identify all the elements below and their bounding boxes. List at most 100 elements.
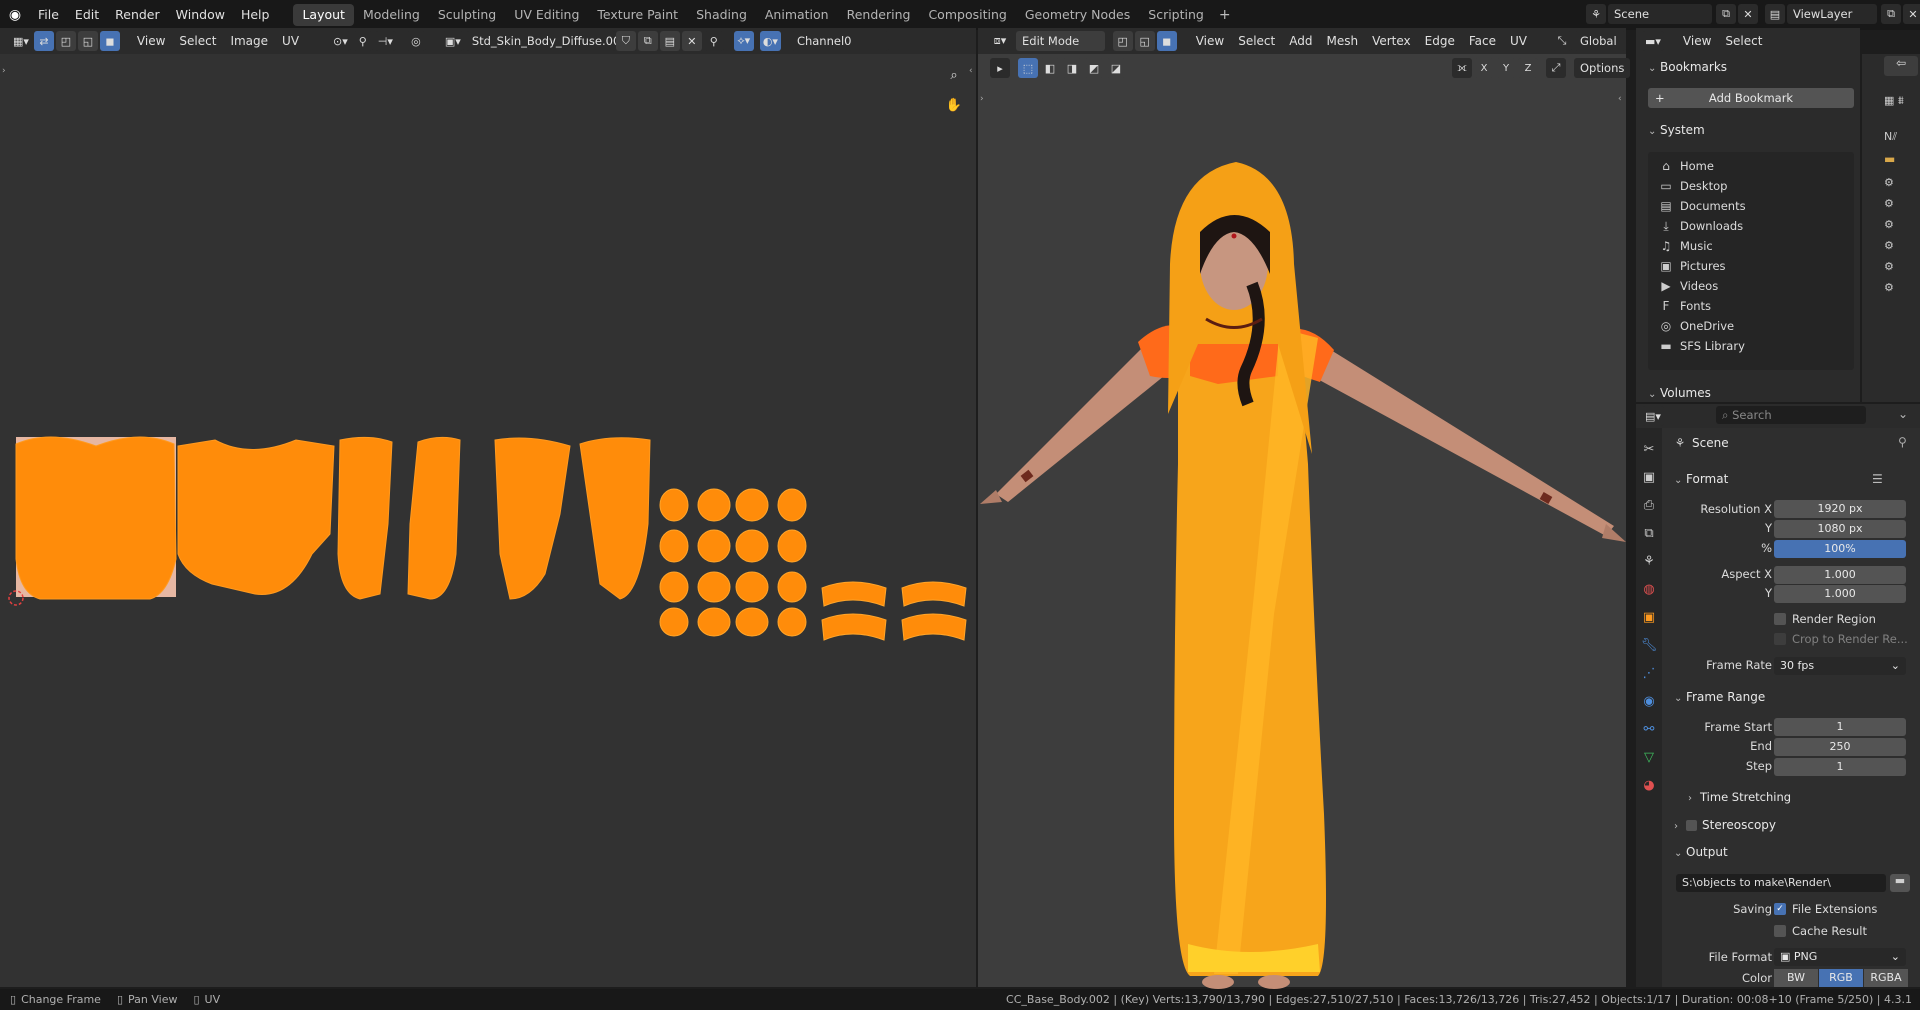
file-browser-editor-type-icon[interactable]: ▬▾ [1642, 31, 1664, 51]
editor-type-icon[interactable]: ▦▾ [10, 31, 32, 51]
bookmarks-section[interactable]: ⌄ Bookmarks [1648, 60, 1727, 74]
view-layer-selector[interactable]: ViewLayer [1787, 4, 1877, 24]
frame-rate-dropdown[interactable]: 30 fps ⌄ [1774, 657, 1906, 675]
aspect-x-field[interactable]: 1.000 [1774, 566, 1906, 584]
frame-step-field[interactable]: 1 [1774, 758, 1906, 776]
view-layer-icon[interactable]: ▤ [1765, 4, 1785, 24]
scene-selector[interactable]: Scene [1608, 4, 1712, 24]
material-tab-icon[interactable]: ◕ [1638, 774, 1660, 796]
auto-merge-icon[interactable]: ⤢ [1546, 58, 1566, 78]
menu-help[interactable]: Help [233, 4, 278, 26]
system-item-fonts[interactable]: F Fonts [1648, 296, 1854, 316]
scene-tab-icon[interactable]: ⚘ [1638, 550, 1660, 572]
edge-select-icon[interactable]: ◱ [77, 31, 98, 51]
aspect-y-field[interactable]: 1.000 [1774, 585, 1906, 603]
tab-sculpting[interactable]: Sculpting [429, 4, 505, 26]
system-item-desktop[interactable]: ▭ Desktop [1648, 176, 1854, 196]
add-workspace-button[interactable]: + [1213, 7, 1237, 23]
format-presets-icon[interactable]: ☰ [1872, 472, 1883, 486]
viewport-menu-vertex[interactable]: Vertex [1365, 34, 1418, 48]
unlink-image-icon[interactable]: ✕ [681, 31, 702, 51]
orientation-icon[interactable]: ⤡ [1551, 31, 1572, 51]
mirror-axis-z[interactable]: Z [1518, 58, 1538, 78]
uv-menu-select[interactable]: Select [172, 34, 223, 48]
options-dropdown[interactable]: Options [1574, 58, 1631, 78]
mirror-axis-y[interactable]: Y [1496, 58, 1516, 78]
system-item-documents[interactable]: ▤ Documents [1648, 196, 1854, 216]
viewport-sidebar-toggle-icon[interactable]: ‹ [1618, 94, 1622, 104]
uv-display-icon[interactable]: ⟡▾ [733, 31, 754, 51]
volumes-section[interactable]: ⌄ Volumes [1648, 386, 1711, 400]
data-tab-icon[interactable]: ▽ [1638, 746, 1660, 768]
viewport-menu-add[interactable]: Add [1282, 34, 1319, 48]
viewport-menu-select[interactable]: Select [1231, 34, 1282, 48]
delete-view-layer-icon[interactable]: ✕ [1903, 4, 1920, 24]
file-format-dropdown[interactable]: ▣ PNG ⌄ [1774, 948, 1906, 966]
format-panel-header[interactable]: ⌄ Format [1674, 472, 1728, 486]
face-select-icon[interactable]: ◼ [99, 31, 120, 51]
viewport-menu-view[interactable]: View [1189, 34, 1231, 48]
pin-context-icon[interactable]: ⚲ [1898, 435, 1907, 449]
cache-result-checkbox[interactable]: Cache Result [1774, 924, 1867, 938]
3d-viewport[interactable]: ▸ ⬚ ◧ ◨ ◩ ◪ ⟗ XYZ ⤢ Options › ‹ [978, 54, 1631, 989]
menu-file[interactable]: File [30, 4, 67, 26]
file-extensions-checkbox[interactable]: ✓ File Extensions [1774, 902, 1877, 916]
system-item-pictures[interactable]: ▣ Pictures [1648, 256, 1854, 276]
blender-logo-icon[interactable]: ◉ [0, 7, 30, 23]
browse-folder-icon[interactable]: ▬ [1890, 874, 1910, 892]
object-tab-icon[interactable]: ▣ [1638, 606, 1660, 628]
constraints-tab-icon[interactable]: ⚯ [1638, 718, 1660, 740]
tab-geometry-nodes[interactable]: Geometry Nodes [1016, 4, 1139, 26]
frame-range-panel-header[interactable]: ⌄ Frame Range [1674, 690, 1765, 704]
parent-folder-icon[interactable]: ⇦ [1884, 56, 1918, 76]
frame-end-field[interactable]: 250 [1774, 738, 1906, 756]
tool-tab-icon[interactable]: ✂ [1638, 438, 1660, 460]
time-stretching-panel-header[interactable]: › Time Stretching [1688, 790, 1791, 804]
viewport-menu-uv[interactable]: UV [1503, 34, 1534, 48]
uv-sync-icon[interactable]: ⇄ [33, 31, 54, 51]
delete-scene-icon[interactable]: ✕ [1738, 4, 1758, 24]
select-extend-icon[interactable]: ◧ [1040, 58, 1060, 78]
render-tab-icon[interactable]: ▣ [1638, 466, 1660, 488]
new-view-layer-icon[interactable]: ⧉ [1881, 4, 1901, 24]
color-mode-rgb[interactable]: RGB [1819, 969, 1863, 987]
resolution-y-field[interactable]: 1080 px [1774, 520, 1906, 538]
file-browser-menu-view[interactable]: View [1676, 34, 1718, 48]
display-mode-icon[interactable]: ▦ ⩩ [1884, 94, 1904, 108]
vertex-mode-icon[interactable]: ◰ [1112, 31, 1133, 51]
resolution-percentage-field[interactable]: 100% [1774, 540, 1906, 558]
uv-editor-canvas[interactable]: ⌕ ✋ › ‹ [0, 54, 976, 987]
properties-editor-type-icon[interactable]: ▤▾ [1642, 406, 1664, 426]
output-path-field[interactable]: S:\objects to make\Render\ [1676, 874, 1886, 892]
frame-start-field[interactable]: 1 [1774, 718, 1906, 736]
overlay-icon[interactable]: ◐▾ [759, 31, 781, 51]
new-scene-icon[interactable]: ⧉ [1716, 4, 1736, 24]
menu-window[interactable]: Window [168, 4, 233, 26]
system-item-home[interactable]: ⌂ Home [1648, 156, 1854, 176]
properties-options-icon[interactable]: ⌄ [1898, 407, 1908, 421]
select-invert-icon[interactable]: ◩ [1084, 58, 1104, 78]
tab-scripting[interactable]: Scripting [1139, 4, 1213, 26]
menu-edit[interactable]: Edit [67, 4, 107, 26]
edge-mode-icon[interactable]: ◱ [1134, 31, 1155, 51]
stereoscopy-panel-header[interactable]: › Stereoscopy [1674, 818, 1776, 832]
tab-texture-paint[interactable]: Texture Paint [588, 4, 687, 26]
orientation-selector[interactable]: Global [1573, 31, 1626, 51]
output-tab-icon[interactable]: ⎙ [1638, 494, 1660, 516]
face-mode-icon[interactable]: ◼ [1156, 31, 1177, 51]
output-panel-header[interactable]: ⌄ Output [1674, 845, 1728, 859]
system-item-onedrive[interactable]: ◎ OneDrive [1648, 316, 1854, 336]
pivot-icon[interactable]: ⊙▾ [330, 31, 351, 51]
view-layer-tab-icon[interactable]: ⧉ [1638, 522, 1660, 544]
image-name-field[interactable]: Std_Skin_Body_Diffuse.003 [465, 31, 628, 51]
select-intersect-icon[interactable]: ◪ [1106, 58, 1126, 78]
system-item-videos[interactable]: ▶ Videos [1648, 276, 1854, 296]
uv-menu-view[interactable]: View [130, 34, 172, 48]
channel-field[interactable]: Channel0 [790, 31, 889, 51]
vertex-select-icon[interactable]: ◰ [55, 31, 76, 51]
file-type-filter-icons[interactable]: ⚙ ⚙ ⚙ ⚙ ⚙ ⚙ [1884, 172, 1894, 298]
viewport-menu-edge[interactable]: Edge [1418, 34, 1462, 48]
open-image-icon[interactable]: ▤ [659, 31, 680, 51]
pin-icon[interactable]: ⚲ [703, 31, 724, 51]
render-region-checkbox[interactable]: Render Region [1774, 612, 1876, 626]
